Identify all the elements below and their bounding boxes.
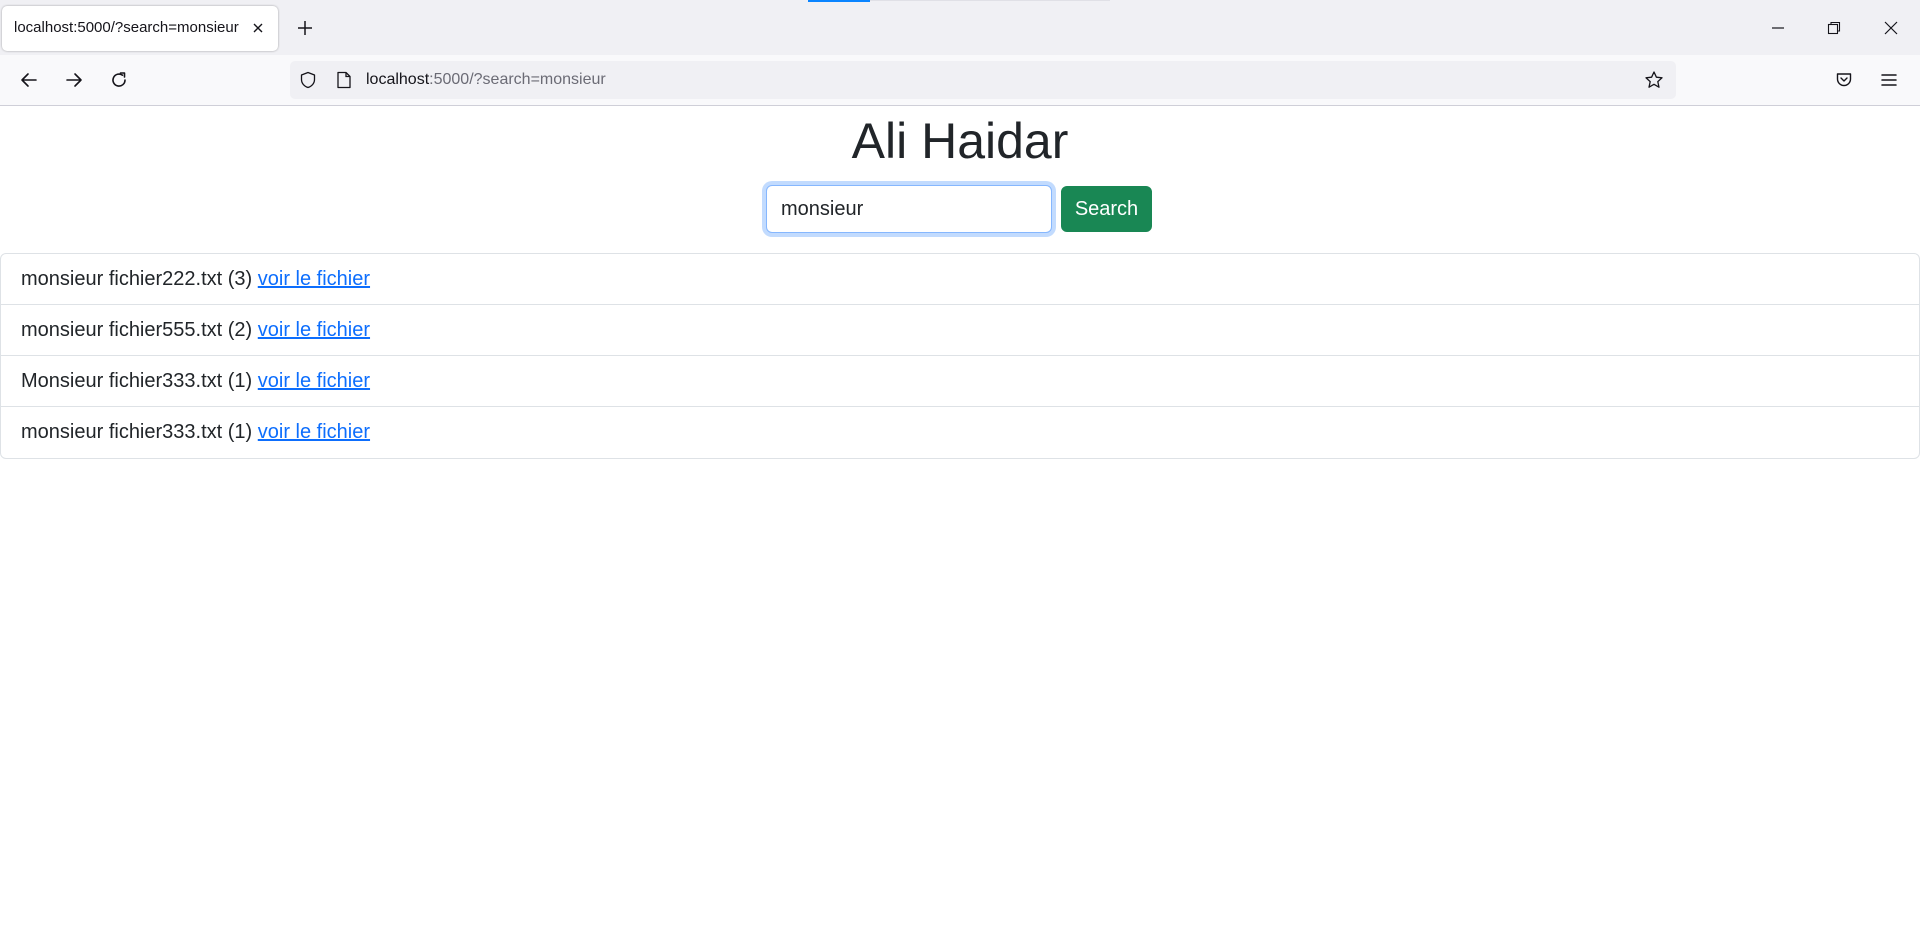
- new-tab-plus-icon[interactable]: [291, 14, 319, 42]
- tab-close-icon[interactable]: [248, 18, 268, 38]
- result-text: monsieur fichier333.txt (1): [21, 421, 258, 443]
- search-button[interactable]: Search: [1061, 186, 1152, 232]
- restore-icon[interactable]: [1811, 0, 1857, 55]
- search-input[interactable]: [766, 185, 1052, 233]
- view-file-link[interactable]: voir le fichier: [258, 268, 370, 291]
- window-close-icon[interactable]: [1868, 0, 1914, 55]
- tab-strip-indicator: [808, 0, 870, 2]
- url-host: localhost: [366, 71, 430, 88]
- result-text: Monsieur fichier333.txt (1): [21, 369, 258, 392]
- page-content: Ali Haidar Search monsieur fichier222.tx…: [0, 107, 1920, 928]
- list-item: monsieur fichier333.txt (1) voir le fich…: [1, 407, 1919, 458]
- page-title: Ali Haidar: [851, 113, 1069, 169]
- pocket-icon[interactable]: [1828, 64, 1860, 96]
- results-list: monsieur fichier222.txt (3) voir le fich…: [0, 253, 1920, 459]
- page-icon[interactable]: [334, 70, 354, 90]
- star-icon[interactable]: [1644, 70, 1664, 90]
- url-text[interactable]: localhost:5000/?search=monsieur: [366, 71, 606, 89]
- result-text: monsieur fichier222.txt (3): [21, 267, 258, 290]
- navigation-toolbar: localhost:5000/?search=monsieur: [0, 55, 1920, 106]
- reload-icon[interactable]: [103, 64, 135, 96]
- view-file-link[interactable]: voir le fichier: [258, 319, 370, 342]
- url-path: :5000/?search=monsieur: [429, 71, 606, 88]
- list-item: monsieur fichier222.txt (3) voir le fich…: [1, 254, 1919, 305]
- browser-tab-active[interactable]: localhost:5000/?search=monsieur: [2, 6, 278, 51]
- result-text: monsieur fichier555.txt (2): [21, 318, 258, 341]
- view-file-link[interactable]: voir le fichier: [258, 370, 370, 393]
- forward-arrow-icon[interactable]: [58, 64, 90, 96]
- tab-strip: localhost:5000/?search=monsieur: [0, 0, 1920, 55]
- tab-title: localhost:5000/?search=monsieur: [14, 19, 239, 36]
- list-item: monsieur fichier555.txt (2) voir le fich…: [1, 305, 1919, 356]
- list-item: Monsieur fichier333.txt (1) voir le fich…: [1, 356, 1919, 407]
- minimize-icon[interactable]: [1755, 0, 1801, 55]
- tab-strip-divider: [870, 0, 1110, 1]
- hamburger-menu-icon[interactable]: [1873, 64, 1905, 96]
- back-arrow-icon[interactable]: [13, 64, 45, 96]
- shield-icon[interactable]: [298, 70, 318, 90]
- url-bar[interactable]: localhost:5000/?search=monsieur: [290, 61, 1676, 99]
- view-file-link[interactable]: voir le fichier: [258, 421, 370, 444]
